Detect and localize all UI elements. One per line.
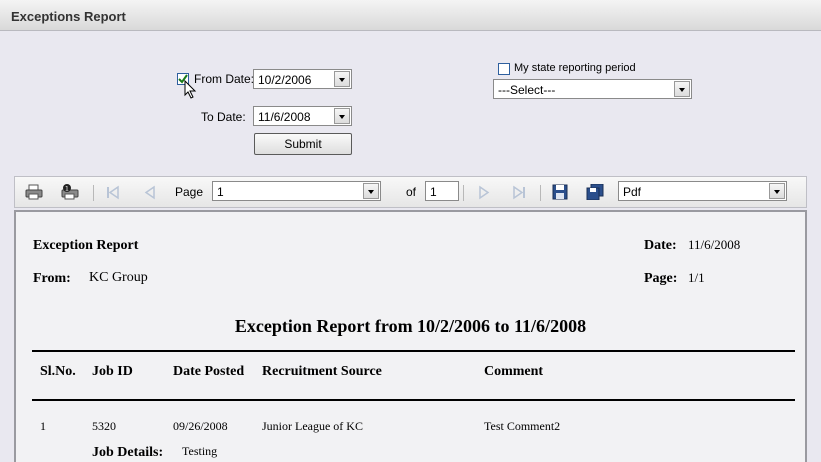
chevron-down-icon[interactable] <box>769 183 785 199</box>
report-from-label: From: <box>33 271 71 286</box>
report-date-label: Date: <box>644 238 677 253</box>
state-period-value: ---Select--- <box>498 83 556 97</box>
svg-text:1: 1 <box>65 186 69 193</box>
page-select-value: 1 <box>217 185 224 199</box>
cell-recruitment-source: Junior League of KC <box>262 419 363 433</box>
save-icon[interactable] <box>551 184 569 200</box>
chevron-down-icon[interactable] <box>334 71 350 87</box>
print-icon[interactable] <box>25 184 43 200</box>
export-format-select[interactable]: Pdf <box>618 181 787 201</box>
report-heading: Exception Report <box>33 238 139 253</box>
page-label: Page <box>175 185 204 199</box>
state-period-checkbox[interactable] <box>498 63 510 75</box>
of-label: of <box>406 185 417 199</box>
state-period-label: My state reporting period <box>514 62 636 74</box>
cell-slno: 1 <box>40 419 46 433</box>
export-format-value: Pdf <box>623 185 642 199</box>
prev-page-icon[interactable] <box>141 185 159 201</box>
column-header-recruitment-source: Recruitment Source <box>262 364 382 379</box>
last-page-icon[interactable] <box>510 185 528 201</box>
window-title: Exceptions Report <box>11 9 126 24</box>
to-date-value: 11/6/2008 <box>258 110 311 124</box>
job-details-value: Testing <box>182 444 218 458</box>
report-page-value: 1/1 <box>688 270 705 285</box>
column-header-job-id: Job ID <box>92 364 133 379</box>
chevron-down-icon[interactable] <box>363 183 379 199</box>
to-date-picker[interactable]: 11/6/2008 <box>253 106 352 126</box>
page-select[interactable]: 1 <box>212 181 381 201</box>
report-toolbar: 1 Page 1 of 1 Pdf <box>14 176 807 208</box>
report-page-label: Page: <box>644 271 678 286</box>
report-from-value: KC Group <box>89 270 148 285</box>
chevron-down-icon[interactable] <box>674 81 690 97</box>
report-date-value: 11/6/2008 <box>688 237 741 252</box>
report-title: Exception Report from 10/2/2006 to 11/6/… <box>234 316 587 336</box>
from-date-value: 10/2/2006 <box>258 73 312 87</box>
column-header-date-posted: Date Posted <box>173 364 245 379</box>
cell-job-id: 5320 <box>92 419 116 433</box>
to-date-label: To Date: <box>201 110 246 124</box>
divider <box>32 399 795 401</box>
title-bar: Exceptions Report <box>0 0 821 31</box>
first-page-icon[interactable] <box>104 185 122 201</box>
report-viewer: Exception Report Date: 11/6/2008 From: K… <box>14 210 807 462</box>
column-header-comment: Comment <box>484 364 544 379</box>
submit-button[interactable]: Submit <box>254 133 352 155</box>
from-date-label: From Date: <box>194 72 255 86</box>
column-header-slno: Sl.No. <box>40 364 76 379</box>
cell-comment: Test Comment2 <box>484 419 561 433</box>
from-date-picker[interactable]: 10/2/2006 <box>253 69 352 89</box>
job-details-label: Job Details: <box>92 445 164 460</box>
state-period-select[interactable]: ---Select--- <box>493 79 692 99</box>
divider <box>32 350 795 352</box>
cell-date-posted: 09/26/2008 <box>173 419 228 433</box>
total-pages-field: 1 <box>425 181 459 201</box>
chevron-down-icon[interactable] <box>334 108 350 124</box>
print-settings-icon[interactable]: 1 <box>61 184 79 200</box>
total-pages-value: 1 <box>430 185 437 199</box>
export-icon[interactable] <box>586 184 604 200</box>
next-page-icon[interactable] <box>475 185 493 201</box>
